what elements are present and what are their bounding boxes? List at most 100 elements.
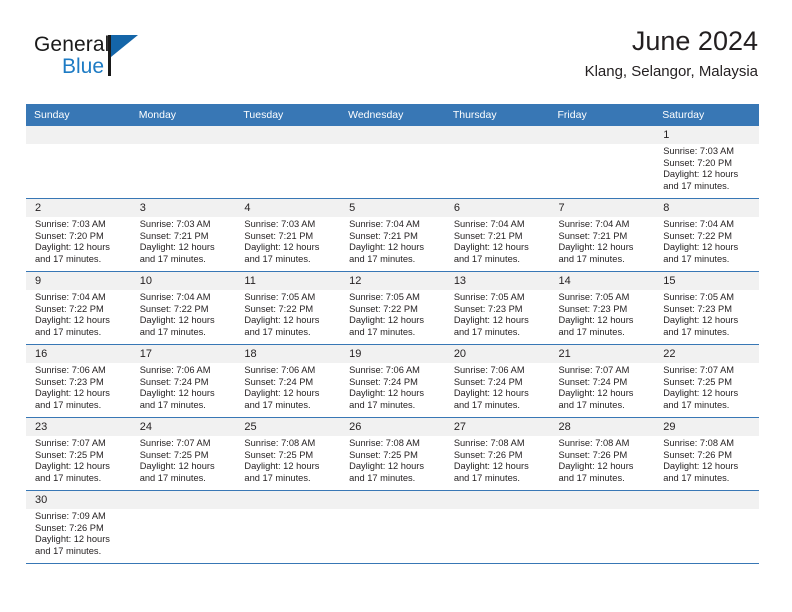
- weekday-header-monday: Monday: [130, 104, 236, 126]
- day-number: 23: [26, 418, 131, 436]
- sun-info-sunrise: Sunrise: 7:06 AM: [453, 365, 525, 375]
- day-cell-content[interactable]: 14 Sunrise: 7:05 AM Sunset: 7:23 PM Dayligh…: [549, 272, 655, 344]
- brand-name-blue: Blue: [62, 55, 105, 78]
- sun-info-sunrise: Sunrise: 7:09 AM: [35, 511, 106, 521]
- sun-info-sunrise: Sunrise: 7:07 AM: [663, 365, 735, 375]
- day-cell-content[interactable]: 15 Sunrise: 7:05 AM Sunset: 7:23 PM Dayligh…: [654, 272, 759, 344]
- sun-info-sunset: Sunset: 7:24 PM: [453, 376, 523, 387]
- day-cell-content[interactable]: 5 Sunrise: 7:04 AM Sunset: 7:21 PM Daylight…: [340, 199, 445, 271]
- sun-info-sunrise: Sunrise: 7:07 AM: [558, 365, 630, 375]
- empty-cell-content: [235, 126, 341, 198]
- day-number: 16: [26, 345, 131, 363]
- day-cell-content[interactable]: 28 Sunrise: 7:08 AM Sunset: 7:26 PM Dayligh…: [549, 418, 655, 490]
- sun-info-daylight-line2: and 17 minutes.: [453, 472, 520, 483]
- sun-info-daylight-line1: Daylight: 12 hours: [558, 315, 634, 326]
- sun-info-sunrise: Sunrise: 7:05 AM: [453, 292, 525, 302]
- day-cell-content[interactable]: 30 Sunrise: 7:09 AM Sunset: 7:26 PM Dayligh…: [26, 491, 131, 563]
- day-number: 17: [130, 345, 236, 363]
- day-cell-content[interactable]: 1 Sunrise: 7:03 AM Sunset: 7:20 PM Daylight…: [654, 126, 759, 198]
- day-cell-content[interactable]: 9 Sunrise: 7:04 AM Sunset: 7:22 PM Daylight…: [26, 272, 131, 344]
- day-cell-content[interactable]: 17 Sunrise: 7:06 AM Sunset: 7:24 PM Dayligh…: [130, 345, 236, 417]
- day-cell-content[interactable]: 8 Sunrise: 7:04 AM Sunset: 7:22 PM Daylight…: [654, 199, 759, 271]
- day-cell-content[interactable]: 20 Sunrise: 7:06 AM Sunset: 7:24 PM Dayligh…: [444, 345, 550, 417]
- general-blue-logo[interactable]: General Blue: [34, 34, 214, 92]
- weekday-header-tuesday: Tuesday: [235, 104, 341, 126]
- day-cell-content[interactable]: 18 Sunrise: 7:06 AM Sunset: 7:24 PM Dayligh…: [235, 345, 341, 417]
- calendar-bottom-rule: [26, 563, 759, 565]
- sun-info-daylight-line2: and 17 minutes.: [35, 472, 102, 483]
- sun-info-daylight-line1: Daylight: 12 hours: [663, 461, 739, 472]
- sun-info-daylight-line2: and 17 minutes.: [349, 326, 416, 337]
- empty-cell-content: [26, 126, 131, 198]
- calendar-day-cell: 24 Sunrise: 7:07 AM Sunset: 7:25 PM Dayligh…: [130, 417, 236, 491]
- calendar-day-cell: 20 Sunrise: 7:06 AM Sunset: 7:24 PM Dayligh…: [444, 344, 550, 418]
- sun-info-sunset: Sunset: 7:23 PM: [663, 303, 732, 314]
- sun-info-daylight-line2: and 17 minutes.: [453, 399, 520, 410]
- day-cell-content[interactable]: 19 Sunrise: 7:06 AM Sunset: 7:24 PM Dayligh…: [340, 345, 445, 417]
- calendar-day-cell: 23 Sunrise: 7:07 AM Sunset: 7:25 PM Dayligh…: [26, 417, 131, 491]
- calendar-day-cell: 14 Sunrise: 7:05 AM Sunset: 7:23 PM Dayligh…: [549, 271, 655, 345]
- sun-info: Sunrise: 7:04 AM Sunset: 7:21 PM Daylight:…: [445, 217, 550, 265]
- sun-info-sunrise: Sunrise: 7:03 AM: [139, 219, 211, 229]
- sun-info-daylight-line1: Daylight: 12 hours: [244, 242, 320, 253]
- sun-info: Sunrise: 7:08 AM Sunset: 7:25 PM Daylight:…: [235, 436, 340, 484]
- day-number: 1: [654, 126, 759, 144]
- sun-info-daylight-line2: and 17 minutes.: [35, 326, 102, 337]
- calendar-table: Sunday Monday Tuesday Wednesday Thursday…: [26, 104, 759, 563]
- calendar-empty-cell: [444, 126, 550, 199]
- day-cell-content[interactable]: 26 Sunrise: 7:08 AM Sunset: 7:25 PM Dayligh…: [340, 418, 445, 490]
- calendar-day-cell: 15 Sunrise: 7:05 AM Sunset: 7:23 PM Dayligh…: [654, 271, 759, 345]
- sun-info-sunset: Sunset: 7:22 PM: [349, 303, 418, 314]
- sun-info: Sunrise: 7:09 AM Sunset: 7:26 PM Daylight:…: [26, 509, 131, 557]
- sun-info: Sunrise: 7:06 AM Sunset: 7:23 PM Daylight:…: [26, 363, 131, 411]
- day-cell-content[interactable]: 27 Sunrise: 7:08 AM Sunset: 7:26 PM Dayligh…: [444, 418, 550, 490]
- day-number: [444, 126, 550, 144]
- day-cell-content[interactable]: 22 Sunrise: 7:07 AM Sunset: 7:25 PM Dayligh…: [654, 345, 759, 417]
- page-title: June 2024: [631, 26, 758, 56]
- sun-info-sunset: Sunset: 7:25 PM: [244, 449, 314, 460]
- sun-info-daylight-line1: Daylight: 12 hours: [35, 315, 110, 326]
- day-number: 7: [549, 199, 655, 217]
- sun-info-daylight-line2: and 17 minutes.: [139, 326, 206, 337]
- day-cell-content[interactable]: 25 Sunrise: 7:08 AM Sunset: 7:25 PM Dayligh…: [235, 418, 341, 490]
- sun-info-sunset: Sunset: 7:25 PM: [663, 376, 732, 387]
- sun-info-daylight-line1: Daylight: 12 hours: [453, 242, 529, 253]
- calendar-empty-cell: [654, 490, 759, 563]
- sun-info-sunset: Sunset: 7:25 PM: [349, 449, 418, 460]
- day-cell-content[interactable]: 23 Sunrise: 7:07 AM Sunset: 7:25 PM Dayligh…: [26, 418, 131, 490]
- day-cell-content[interactable]: 12 Sunrise: 7:05 AM Sunset: 7:22 PM Dayligh…: [340, 272, 445, 344]
- day-cell-content[interactable]: 21 Sunrise: 7:07 AM Sunset: 7:24 PM Dayligh…: [549, 345, 655, 417]
- sun-info-daylight-line1: Daylight: 12 hours: [349, 461, 425, 472]
- day-number: 20: [444, 345, 550, 363]
- day-cell-content[interactable]: 29 Sunrise: 7:08 AM Sunset: 7:26 PM Dayligh…: [654, 418, 759, 490]
- day-cell-content[interactable]: 6 Sunrise: 7:04 AM Sunset: 7:21 PM Daylight…: [444, 199, 550, 271]
- day-number: 27: [444, 418, 550, 436]
- sun-info: Sunrise: 7:04 AM Sunset: 7:22 PM Daylight:…: [131, 290, 236, 338]
- sun-info-sunset: Sunset: 7:22 PM: [139, 303, 209, 314]
- day-number: 10: [130, 272, 236, 290]
- empty-cell-content: [340, 126, 445, 198]
- day-cell-content[interactable]: 7 Sunrise: 7:04 AM Sunset: 7:21 PM Daylight…: [549, 199, 655, 271]
- sun-info-sunset: Sunset: 7:21 PM: [558, 230, 628, 241]
- sun-info: Sunrise: 7:06 AM Sunset: 7:24 PM Daylight:…: [445, 363, 550, 411]
- sun-info-sunrise: Sunrise: 7:06 AM: [139, 365, 211, 375]
- sun-info-daylight-line1: Daylight: 12 hours: [139, 388, 215, 399]
- day-number: 14: [549, 272, 655, 290]
- day-cell-content[interactable]: 16 Sunrise: 7:06 AM Sunset: 7:23 PM Dayligh…: [26, 345, 131, 417]
- sun-info: Sunrise: 7:05 AM Sunset: 7:23 PM Daylight:…: [445, 290, 550, 338]
- day-cell-content[interactable]: 3 Sunrise: 7:03 AM Sunset: 7:21 PM Daylight…: [130, 199, 236, 271]
- sun-info-daylight-line2: and 17 minutes.: [244, 326, 311, 337]
- day-cell-content[interactable]: 10 Sunrise: 7:04 AM Sunset: 7:22 PM Dayligh…: [130, 272, 236, 344]
- day-cell-content[interactable]: 24 Sunrise: 7:07 AM Sunset: 7:25 PM Dayligh…: [130, 418, 236, 490]
- sun-info: Sunrise: 7:05 AM Sunset: 7:22 PM Daylight:…: [235, 290, 340, 338]
- day-cell-content[interactable]: 13 Sunrise: 7:05 AM Sunset: 7:23 PM Dayligh…: [444, 272, 550, 344]
- sun-info-sunset: Sunset: 7:22 PM: [35, 303, 104, 314]
- empty-cell-content: [444, 126, 550, 198]
- day-cell-content[interactable]: 2 Sunrise: 7:03 AM Sunset: 7:20 PM Daylight…: [26, 199, 131, 271]
- day-number: [340, 491, 445, 509]
- sun-info-daylight-line1: Daylight: 12 hours: [35, 388, 110, 399]
- sun-info-sunrise: Sunrise: 7:06 AM: [349, 365, 420, 375]
- day-cell-content[interactable]: 4 Sunrise: 7:03 AM Sunset: 7:21 PM Daylight…: [235, 199, 341, 271]
- weekday-header-wednesday: Wednesday: [340, 104, 445, 126]
- day-cell-content[interactable]: 11 Sunrise: 7:05 AM Sunset: 7:22 PM Dayligh…: [235, 272, 341, 344]
